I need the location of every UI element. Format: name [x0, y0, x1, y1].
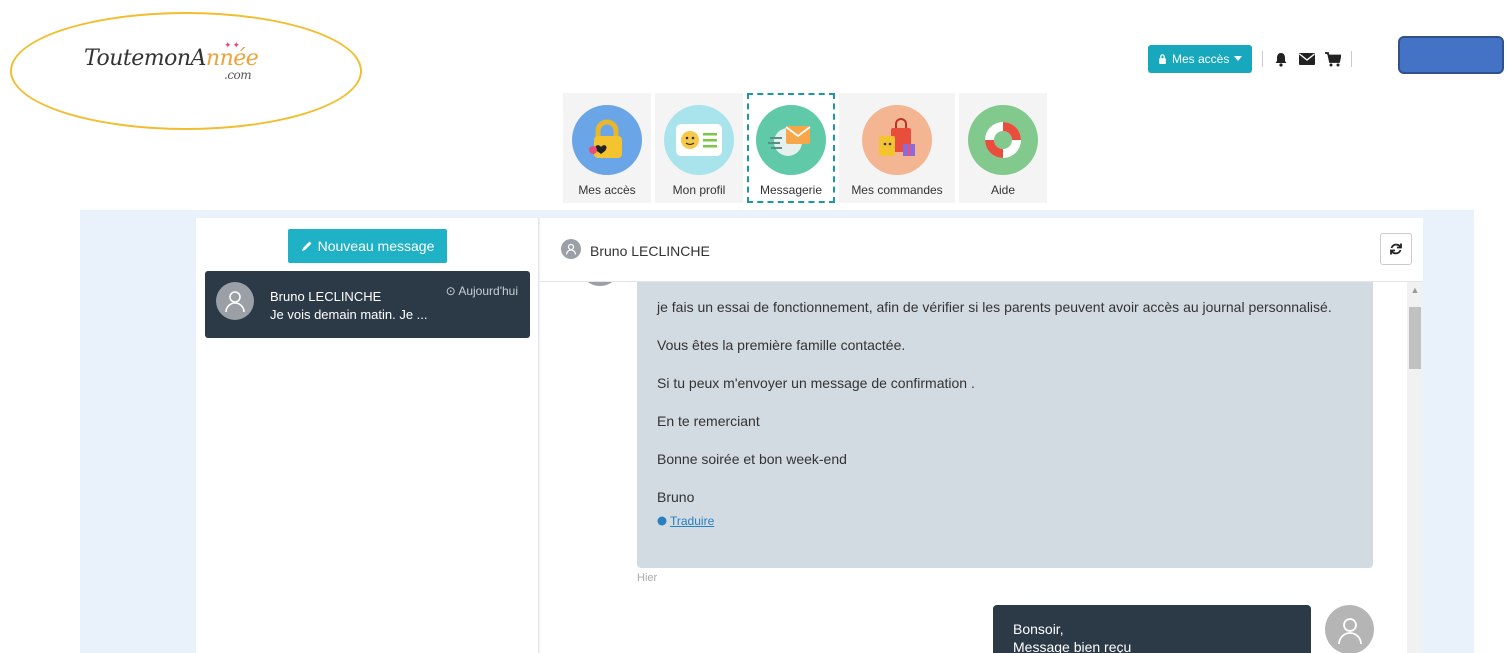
- refresh-icon: [1390, 243, 1402, 255]
- incoming-message: je fais un essai de fonctionnement, afin…: [637, 282, 1373, 568]
- scrollbar-thumb[interactable]: [1409, 307, 1421, 369]
- mail-icon: [756, 105, 826, 175]
- clock-icon: ⊙: [445, 284, 456, 298]
- envelope-icon[interactable]: [1299, 51, 1316, 67]
- padlock-icon: [572, 105, 642, 175]
- logo-text-com: .com: [224, 68, 252, 82]
- app-navigation: Mes accès Mon profil Messagerie Mes comm…: [563, 93, 1047, 203]
- app-tile-label: Mes commandes: [851, 183, 943, 197]
- app-tile-messagerie[interactable]: Messagerie: [747, 93, 835, 203]
- message-paragraph: je fais un essai de fonctionnement, afin…: [657, 299, 1332, 315]
- logo-stars-icon: ✦✦: [224, 40, 242, 50]
- user-icon: [1337, 617, 1362, 644]
- conversation-preview: Je vois demain matin. Je ...: [270, 307, 428, 322]
- logo[interactable]: ToutemonAnnée .com ✦✦: [10, 12, 362, 130]
- message-line: Message bien reçu: [1013, 639, 1132, 653]
- divider: [1262, 51, 1264, 67]
- app-tile-mon-profil[interactable]: Mon profil: [655, 93, 743, 203]
- lock-icon: [1159, 54, 1166, 64]
- conversation-list-panel: Nouveau message Bruno LECLINCHE ⊙ Aujour…: [196, 218, 539, 653]
- message-paragraph: En te remerciant: [657, 413, 760, 429]
- bell-icon[interactable]: [1273, 51, 1289, 67]
- redacted-user-box: [1398, 36, 1504, 74]
- app-tile-aide[interactable]: Aide: [959, 93, 1047, 203]
- mes-acces-label: Mes accès: [1172, 52, 1230, 66]
- pencil-icon: [301, 241, 312, 251]
- profile-card-icon: [664, 105, 734, 175]
- thread-scrollbar[interactable]: ▲: [1407, 282, 1423, 653]
- translate-label: Traduire: [670, 514, 715, 528]
- scroll-up-arrow-icon[interactable]: ▲: [1407, 282, 1423, 298]
- lifebuoy-icon: [968, 105, 1038, 175]
- cart-icon[interactable]: [1325, 51, 1342, 67]
- globe-icon: [657, 516, 667, 526]
- conversation-contact-name: Bruno LECLINCHE: [590, 243, 710, 259]
- conversation-time: ⊙ Aujourd'hui: [446, 284, 518, 298]
- avatar: [582, 282, 618, 286]
- user-icon: [225, 291, 245, 313]
- app-tile-label: Aide: [990, 183, 1016, 197]
- divider: [1351, 51, 1353, 67]
- user-icon: [565, 243, 577, 255]
- avatar: [561, 239, 581, 259]
- message-thread[interactable]: je fais un essai de fonctionnement, afin…: [540, 282, 1423, 653]
- app-tile-mes-acces[interactable]: Mes accès: [563, 93, 651, 203]
- avatar: [1325, 605, 1374, 653]
- shopping-bag-icon: [862, 105, 932, 175]
- conversation-item[interactable]: Bruno LECLINCHE ⊙ Aujourd'hui Je vois de…: [205, 271, 530, 338]
- logo-text-main: ToutemonA: [84, 46, 206, 71]
- message-line: Bonsoir,: [1013, 621, 1064, 637]
- app-tile-label: Mon profil: [672, 183, 726, 197]
- message-paragraph: Vous êtes la première famille contactée.: [657, 337, 906, 353]
- conversation-time-label: Aujourd'hui: [458, 284, 518, 298]
- new-message-label: Nouveau message: [317, 238, 435, 254]
- translate-link[interactable]: Traduire: [657, 511, 1353, 531]
- message-timestamp: Hier: [637, 572, 658, 584]
- message-paragraph: Bonne soirée et bon week-end: [657, 451, 847, 467]
- app-tile-mes-commandes[interactable]: Mes commandes: [839, 93, 955, 203]
- outgoing-message: Bonsoir, Message bien reçu: [993, 605, 1311, 653]
- avatar: [216, 282, 254, 320]
- mes-acces-dropdown-button[interactable]: Mes accès: [1148, 45, 1253, 73]
- app-tile-label: Messagerie: [759, 183, 823, 197]
- caret-down-icon: [1234, 56, 1243, 61]
- new-message-button[interactable]: Nouveau message: [288, 229, 447, 263]
- top-toolbar: Mes accès: [1148, 44, 1353, 74]
- conversation-panel: Bruno LECLINCHE je fais un essai de fonc…: [540, 218, 1423, 653]
- logo-highlight-ellipse: [10, 12, 362, 130]
- app-tile-label: Mes accès: [578, 183, 636, 197]
- conversation-name: Bruno LECLINCHE: [270, 289, 382, 304]
- message-paragraph: Bruno: [657, 489, 695, 505]
- message-paragraph: Si tu peux m'envoyer un message de confi…: [657, 375, 975, 391]
- conversation-header: Bruno LECLINCHE: [540, 218, 1423, 282]
- refresh-button[interactable]: [1380, 233, 1412, 265]
